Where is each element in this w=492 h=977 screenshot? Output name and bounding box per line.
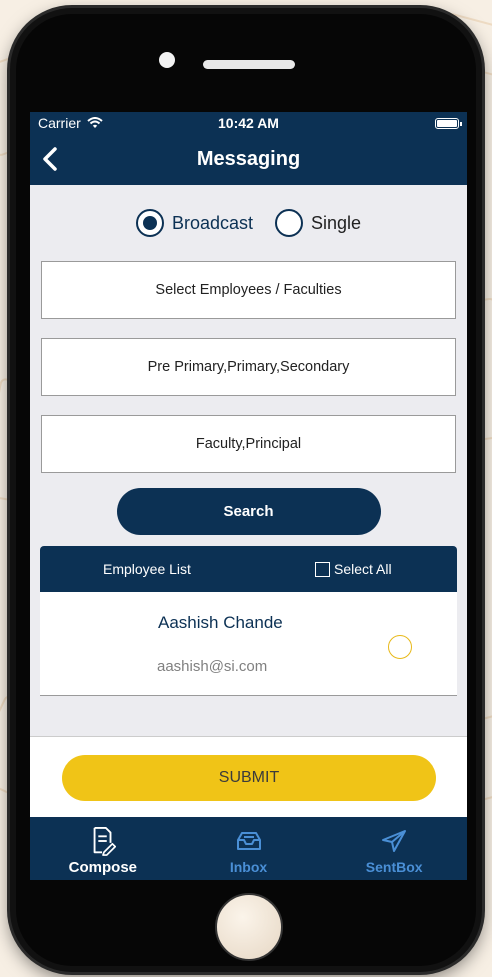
- wifi-icon: [87, 117, 103, 128]
- tab-inbox[interactable]: Inbox: [176, 817, 322, 880]
- tab-compose[interactable]: Compose: [30, 817, 176, 880]
- radio-broadcast-label: Broadcast: [171, 212, 253, 233]
- submit-button[interactable]: SUBMIT: [62, 755, 436, 801]
- select-all-checkbox[interactable]: [315, 561, 330, 577]
- roles-text: Faculty,Principal: [195, 436, 302, 452]
- status-bar: Carrier 10:42 AM: [30, 112, 467, 134]
- employee-list-item[interactable]: Aashish Chande aashish@si.com: [40, 592, 457, 696]
- battery-icon: [435, 118, 462, 129]
- message-type-selector: Broadcast Single: [30, 208, 467, 238]
- tab-bar: Compose Inbox SentBox: [30, 817, 467, 880]
- select-employees-text: Select Employees / Faculties: [155, 282, 342, 298]
- employee-list-title: Employee List: [103, 561, 191, 577]
- search-button[interactable]: Search: [116, 488, 381, 535]
- tab-sentbox[interactable]: SentBox: [321, 817, 467, 880]
- tab-inbox-label: Inbox: [229, 859, 268, 875]
- radio-broadcast-circle[interactable]: [135, 209, 164, 237]
- sections-field[interactable]: Pre Primary,Primary,Secondary: [41, 338, 456, 396]
- roles-field[interactable]: Faculty,Principal: [41, 415, 456, 473]
- carrier-label: Carrier: [38, 115, 81, 131]
- earpiece-speaker: [203, 60, 295, 69]
- radio-single[interactable]: Single: [275, 209, 361, 237]
- page-title: Messaging: [196, 148, 301, 170]
- select-employees-field[interactable]: Select Employees / Faculties: [41, 261, 456, 319]
- submit-area: SUBMIT: [30, 736, 467, 817]
- app-screen: Carrier 10:42 AM Messaging Broadcast Sin…: [30, 112, 467, 880]
- tab-compose-label: Compose: [68, 859, 137, 876]
- home-button[interactable]: [215, 893, 283, 961]
- compose-icon: [93, 826, 116, 856]
- employee-name: Aashish Chande: [158, 613, 283, 632]
- select-all-toggle[interactable]: Select All: [315, 561, 392, 577]
- chevron-left-icon[interactable]: [40, 146, 60, 172]
- radio-single-circle[interactable]: [275, 209, 303, 237]
- select-all-label: Select All: [334, 561, 392, 577]
- radio-broadcast[interactable]: Broadcast: [135, 209, 253, 237]
- radio-single-label: Single: [311, 212, 362, 233]
- employee-list-header: Employee List Select All: [40, 546, 457, 592]
- front-camera: [159, 52, 175, 68]
- sections-text: Pre Primary,Primary,Secondary: [147, 359, 350, 375]
- navigation-bar: Messaging: [30, 134, 467, 185]
- send-icon: [382, 830, 407, 852]
- tab-sentbox-label: SentBox: [365, 859, 423, 875]
- inbox-icon: [236, 832, 261, 850]
- employee-email: aashish@si.com: [157, 658, 268, 675]
- employee-select-radio[interactable]: [388, 635, 412, 659]
